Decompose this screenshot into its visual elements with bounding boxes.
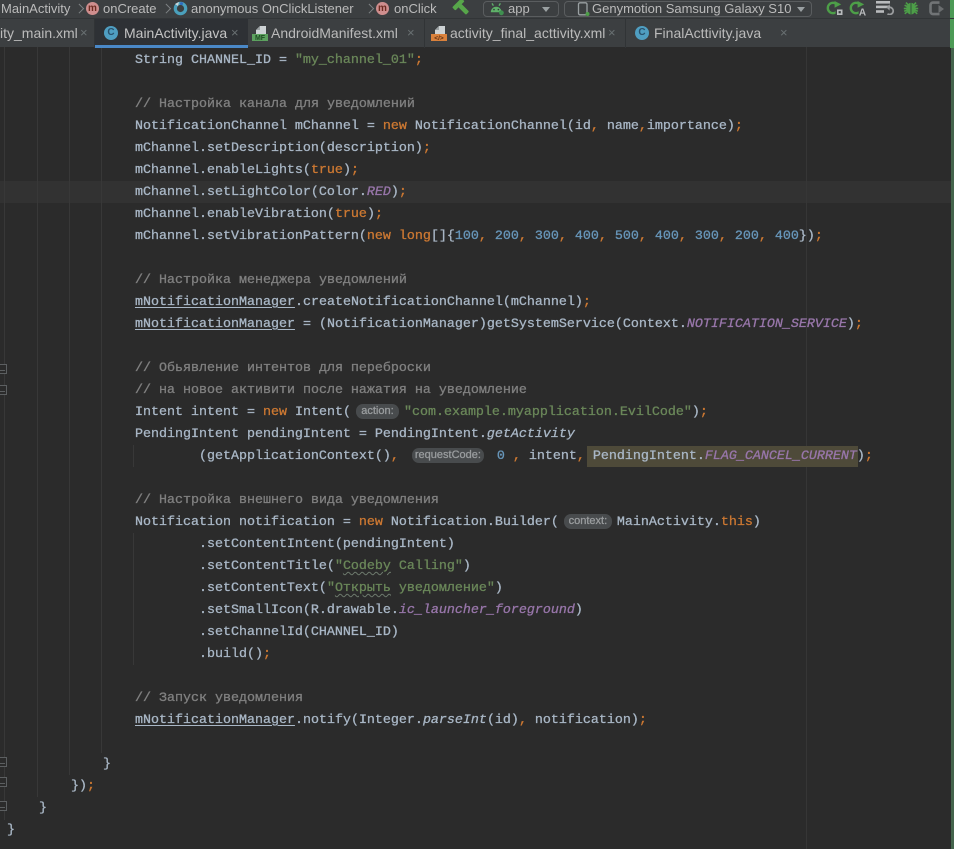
svg-text:MF: MF (255, 35, 266, 42)
svg-text:A: A (859, 8, 866, 17)
svg-text:</>: </> (434, 35, 444, 42)
